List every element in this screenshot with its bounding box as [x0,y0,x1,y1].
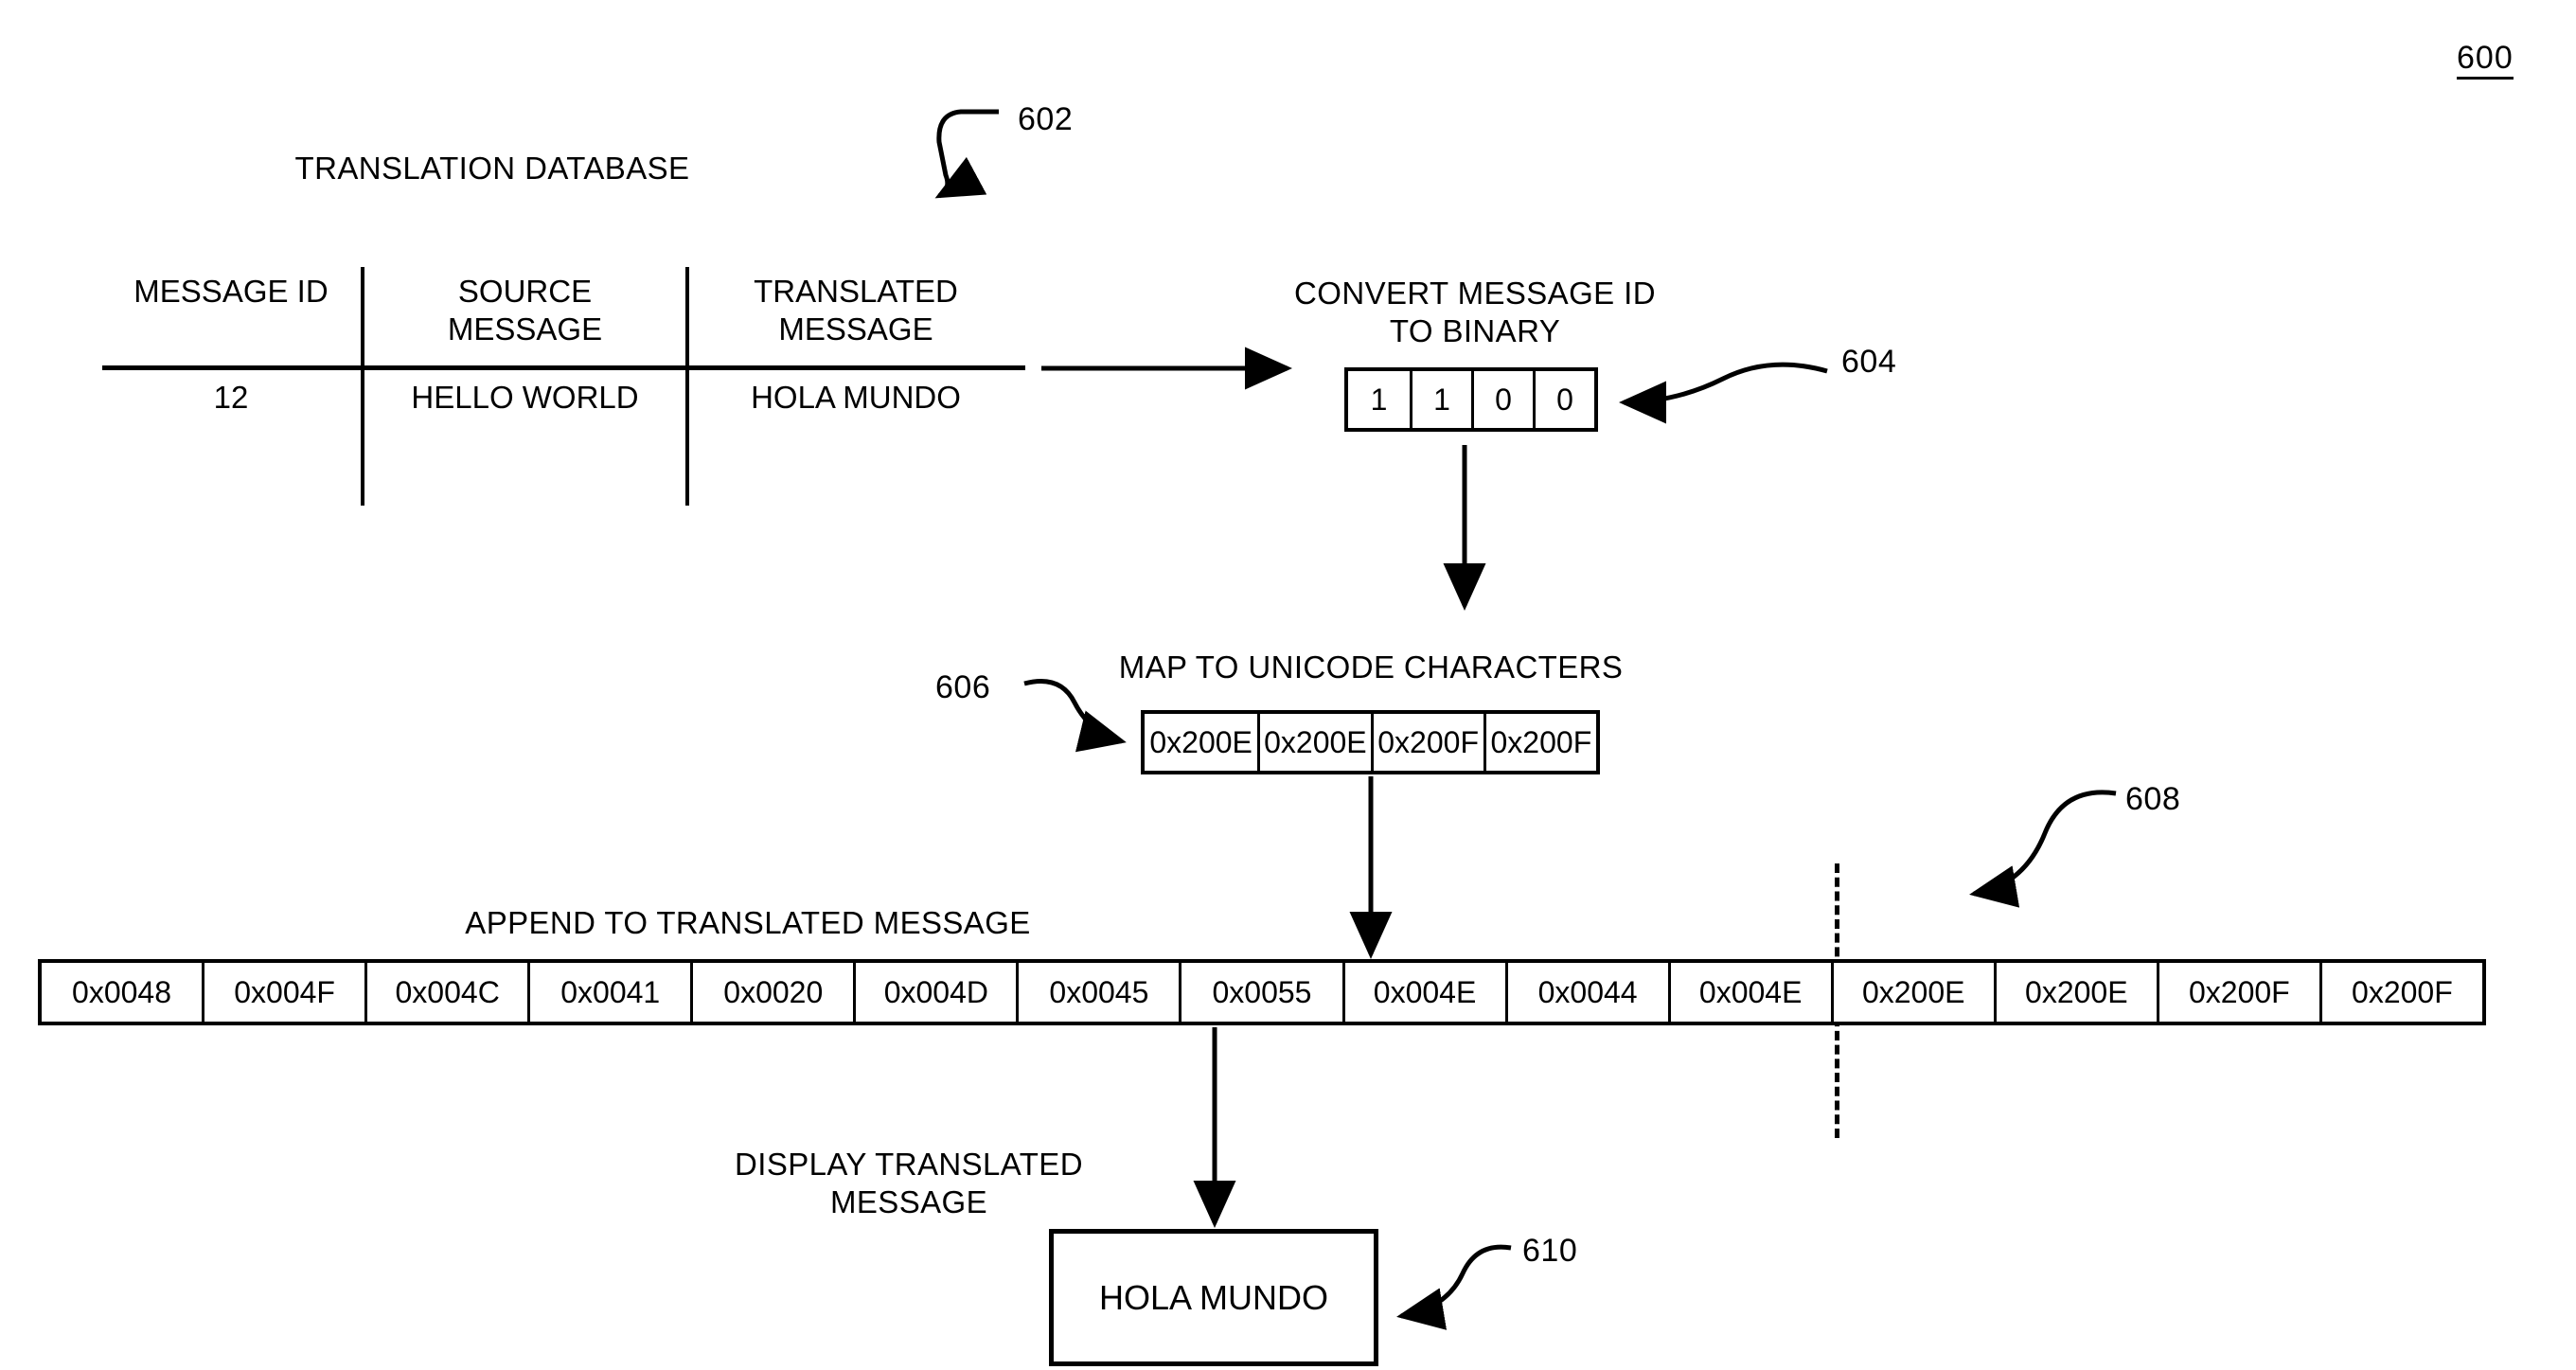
appended-code-cell: 0x004F [202,963,365,1022]
table-cell-translated-message: HOLA MUNDO [751,380,961,415]
ref-608-label: 608 [2125,781,2181,817]
display-translated-message-title: DISPLAY TRANSLATED MESSAGE [735,1147,1083,1219]
appended-code-cell: 0x0044 [1504,963,1668,1022]
appended-codes-strip: 0x0048 0x004F 0x004C 0x0041 0x0020 0x004… [38,959,2486,1025]
leader-610 [1396,1244,1512,1330]
table-cell-source-message: HELLO WORLD [411,380,639,415]
binary-bit-cell: 0 [1471,371,1533,428]
leader-606 [1023,679,1127,753]
unicode-codes-strip: 0x200E 0x200E 0x200F 0x200F [1141,710,1600,774]
unicode-code-cell: 0x200E [1257,714,1371,771]
ref-604-label: 604 [1841,344,1897,380]
unicode-code-cell: 0x200E [1145,714,1258,771]
convert-to-binary-title: CONVERT MESSAGE ID TO BINARY [1294,276,1656,348]
appended-code-cell: 0x004E [1667,963,1831,1022]
table-cell-message-id: 12 [213,380,249,415]
binary-bit-cell: 1 [1348,371,1410,428]
appended-code-cell: 0x004C [364,963,528,1022]
binary-bit-cell: 1 [1410,371,1471,428]
binary-bit-cell: 0 [1533,371,1594,428]
appended-code-cell: 0x200F [2318,963,2482,1022]
leader-604 [1619,362,1828,424]
column-header-message-id: MESSAGE ID [133,274,329,309]
column-header-translated-message: TRANSLATED MESSAGE [754,274,958,347]
appended-code-cell: 0x0045 [1016,963,1180,1022]
figure-number-container: 600 [2457,40,2514,80]
patent-figure-600: 600 TRANSLATION DATABASE 602 MESSAGE ID … [0,0,2576,1370]
map-to-unicode-title: MAP TO UNICODE CHARACTERS [1118,649,1624,685]
appended-code-cell: 0x200E [1993,963,2157,1022]
binary-bits-strip: 1 1 0 0 [1344,367,1598,432]
column-header-source-message: SOURCE MESSAGE [447,274,603,347]
display-message-box: HOLA MUNDO [1049,1229,1378,1366]
table-divider-2 [685,267,689,506]
display-message-text: HOLA MUNDO [1098,1277,1329,1317]
appended-code-cell: 0x200E [1830,963,1994,1022]
unicode-code-cell: 0x200F [1483,714,1596,771]
appended-code-cell: 0x0048 [42,963,203,1022]
ref-602-label: 602 [1018,101,1074,137]
translation-database-title: TRANSLATION DATABASE [294,151,690,186]
appended-code-cell: 0x004E [1341,963,1505,1022]
append-to-translated-message-title: APPEND TO TRANSLATED MESSAGE [465,905,1031,940]
ref-606-label: 606 [935,669,991,705]
leader-602 [934,109,999,199]
appended-code-cell: 0x200F [2156,963,2319,1022]
leader-608 [1969,790,2117,908]
appended-code-cell: 0x0041 [527,963,691,1022]
ref-610-label: 610 [1522,1233,1578,1269]
table-divider-1 [361,267,364,506]
table-header-rule [102,365,1025,370]
unicode-code-cell: 0x200F [1370,714,1483,771]
appended-code-cell: 0x0055 [1179,963,1342,1022]
appended-code-cell: 0x004D [853,963,1017,1022]
appended-code-cell: 0x0020 [690,963,854,1022]
figure-number: 600 [2457,40,2514,80]
